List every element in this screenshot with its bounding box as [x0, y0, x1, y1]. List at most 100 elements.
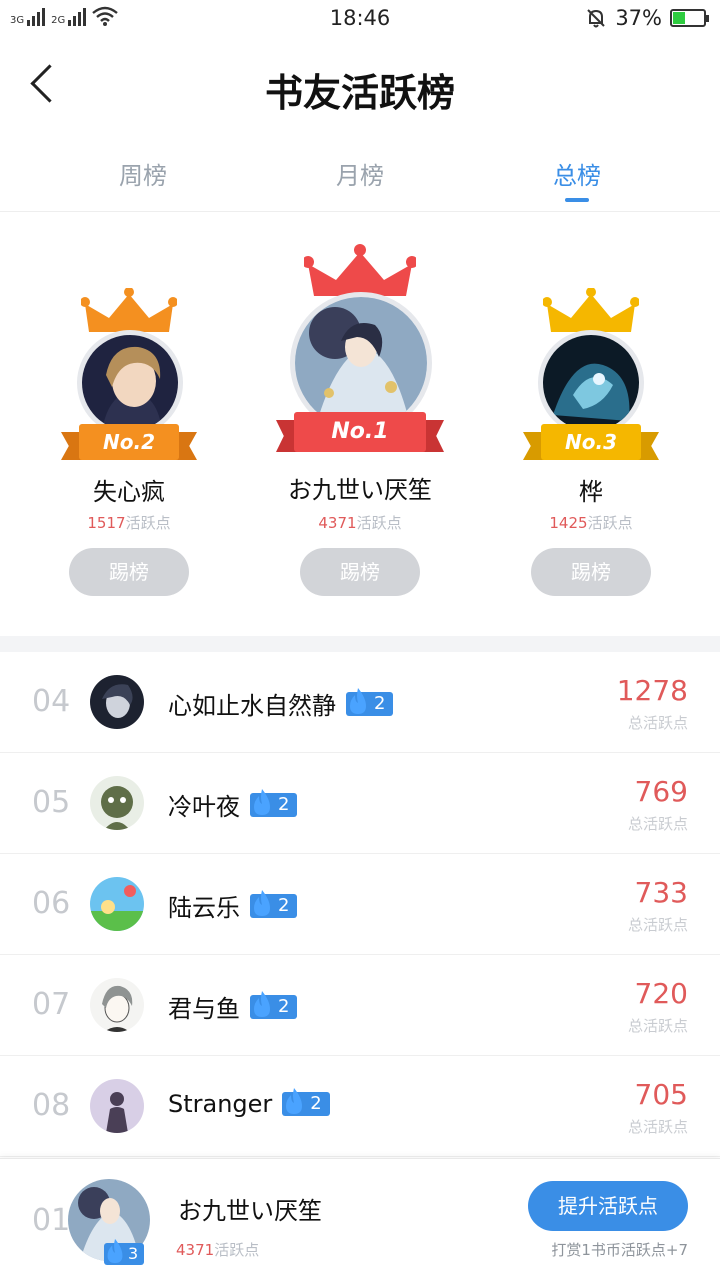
rank-number: 06 — [32, 886, 71, 921]
user-name: 心如止水自然静 — [168, 692, 336, 720]
avatar[interactable] — [538, 330, 644, 436]
bell-muted-icon — [587, 9, 606, 28]
level-badge: 2 — [250, 889, 298, 918]
status-right: 37% — [585, 6, 709, 30]
level-value: 2 — [374, 692, 386, 714]
avatar[interactable] — [90, 776, 144, 830]
level-badge: 2 — [282, 1088, 330, 1116]
tab-bar: 周榜 月榜 总榜 — [0, 150, 720, 212]
flame-icon — [254, 889, 270, 916]
level-value: 2 — [278, 793, 290, 815]
points-label: 活跃点 — [356, 514, 402, 532]
score-label: 总活跃点 — [627, 1118, 688, 1136]
list-item[interactable]: 08 Stranger 2 705 总活跃点 — [0, 1056, 720, 1157]
points-value: 1517 — [87, 514, 126, 532]
level-badge: 2 — [250, 788, 298, 817]
user-name: 陆云乐 — [168, 894, 240, 922]
rank-ribbon: No.3 — [523, 424, 659, 460]
kick-button[interactable]: 踢榜 — [531, 548, 651, 596]
battery-percent: 37% — [615, 6, 662, 30]
section-divider — [0, 636, 720, 652]
flame-icon — [254, 788, 270, 815]
score-value: 705 — [634, 1078, 688, 1111]
points-label: 活跃点 — [587, 514, 633, 532]
podium-points: 1425活跃点 — [521, 512, 661, 533]
user-name: 冷叶夜 — [168, 793, 240, 821]
tab-weekly[interactable]: 周榜 — [63, 156, 223, 191]
rank-badge: No.2 — [79, 424, 179, 460]
podium-second: No.2 失心疯 1517活跃点 踢榜 — [59, 214, 199, 614]
user-info: Stranger 2 — [168, 1088, 330, 1118]
score-value: 720 — [634, 977, 688, 1010]
podium-name: 失心疯 — [93, 478, 165, 506]
battery-icon — [670, 9, 709, 27]
avatar[interactable] — [90, 978, 144, 1032]
user-info: 君与鱼 2 — [168, 989, 298, 1024]
score-label: 总活跃点 — [627, 815, 688, 833]
my-points: 4371活跃点 — [176, 1239, 259, 1260]
rank-ribbon: No.2 — [61, 424, 197, 460]
level-badge: 2 — [346, 687, 394, 716]
avatar[interactable] — [90, 877, 144, 931]
points-value: 1425 — [549, 514, 588, 532]
avatar[interactable] — [90, 1079, 144, 1133]
score-value: 733 — [634, 876, 688, 909]
rank-ribbon: No.1 — [276, 412, 444, 452]
flame-icon — [254, 990, 270, 1017]
podium-name: 桦 — [579, 478, 603, 506]
podium-name: お九世い厌笙 — [288, 476, 432, 504]
kick-button[interactable]: 踢榜 — [69, 548, 189, 596]
top-three-podium: No.2 失心疯 1517活跃点 踢榜 No.1 お九世い厌笙 4371活跃点 … — [0, 214, 720, 634]
podium-third: No.3 桦 1425活跃点 踢榜 — [521, 214, 661, 614]
tab-monthly[interactable]: 月榜 — [280, 156, 440, 191]
flame-icon — [107, 1238, 123, 1264]
level-value: 2 — [278, 894, 290, 916]
page-title: 书友活跃榜 — [264, 71, 455, 115]
status-bar: 3G 2G 18:46 37% — [0, 0, 720, 36]
my-rank-bar: 01 3 お九世い厌笙 4371活跃点 提升活跃点 打赏1书币活跃点+7 — [0, 1158, 720, 1280]
rank-number: 08 — [32, 1088, 71, 1123]
boost-activity-button[interactable]: 提升活跃点 — [528, 1181, 688, 1231]
level-value: 2 — [278, 995, 290, 1017]
points-label: 活跃点 — [214, 1241, 260, 1259]
list-item[interactable]: 07 君与鱼 2 720 总活跃点 — [0, 955, 720, 1056]
ranking-list: 04 心如止水自然静 2 1278 总活跃点 05 冷叶夜 2 769 总活跃点 — [0, 652, 720, 1157]
rank-number: 05 — [32, 785, 71, 820]
avatar[interactable] — [77, 330, 183, 436]
flame-icon — [350, 687, 366, 714]
reward-tip: 打赏1书币活跃点+7 — [551, 1241, 688, 1259]
rank-number: 04 — [32, 684, 71, 719]
score-label: 总活跃点 — [627, 714, 688, 732]
flame-icon — [286, 1088, 303, 1114]
user-name: Stranger — [168, 1090, 273, 1118]
active-tab-indicator — [565, 198, 589, 202]
my-level-value: 3 — [128, 1244, 139, 1263]
podium-first: No.1 お九世い厌笙 4371活跃点 踢榜 — [270, 214, 450, 614]
header: 书友活跃榜 — [0, 44, 720, 128]
points-value: 4371 — [318, 514, 357, 532]
user-info: 心如止水自然静 2 — [168, 686, 394, 721]
podium-points: 1517活跃点 — [59, 512, 199, 533]
list-item[interactable]: 04 心如止水自然静 2 1278 总活跃点 — [0, 652, 720, 753]
list-item[interactable]: 05 冷叶夜 2 769 总活跃点 — [0, 753, 720, 854]
score-value: 769 — [634, 775, 688, 808]
score-value: 1278 — [616, 674, 688, 707]
my-rank-number: 01 — [32, 1203, 71, 1238]
rank-badge: No.1 — [294, 412, 426, 452]
user-name: 君与鱼 — [168, 995, 240, 1023]
tab-total[interactable]: 总榜 — [497, 156, 657, 191]
kick-button[interactable]: 踢榜 — [300, 548, 420, 596]
level-badge: 2 — [250, 990, 298, 1019]
podium-points: 4371活跃点 — [270, 512, 450, 533]
user-info: 冷叶夜 2 — [168, 787, 298, 822]
rank-number: 07 — [32, 987, 71, 1022]
rank-badge: No.3 — [541, 424, 641, 460]
score-label: 总活跃点 — [627, 1017, 688, 1035]
score-label: 总活跃点 — [627, 916, 688, 934]
avatar[interactable] — [90, 675, 144, 729]
list-item[interactable]: 06 陆云乐 2 733 总活跃点 — [0, 854, 720, 955]
user-info: 陆云乐 2 — [168, 888, 298, 923]
points-label: 活跃点 — [125, 514, 171, 532]
points-value: 4371 — [176, 1241, 215, 1259]
my-level-badge: 3 — [104, 1238, 145, 1265]
